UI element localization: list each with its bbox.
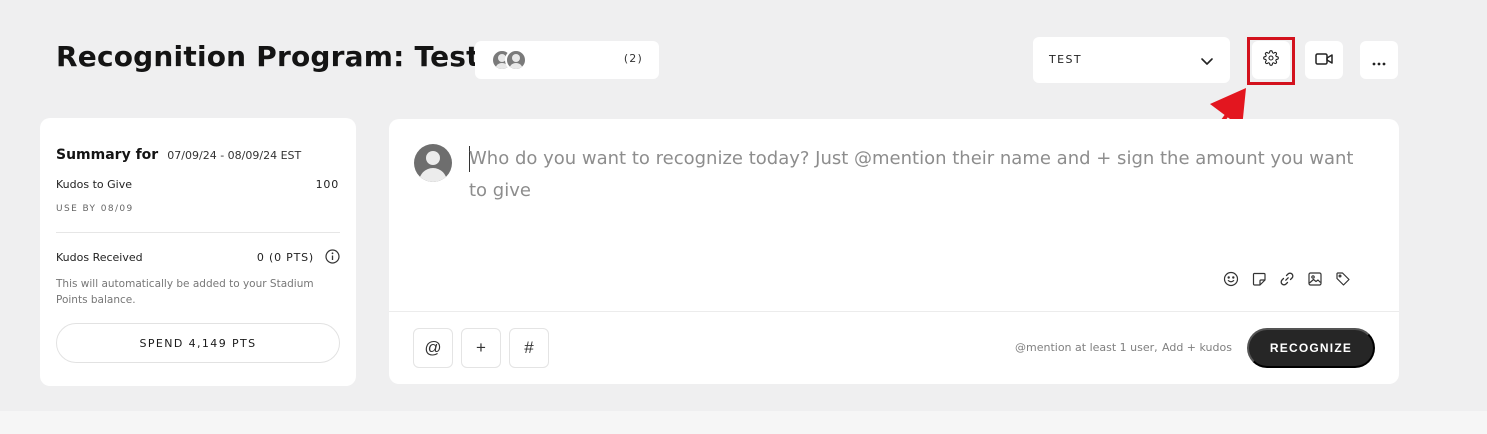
summary-card: Summary for 07/09/24 - 08/09/24 EST Kudo… [40, 118, 356, 386]
video-button[interactable] [1305, 41, 1343, 79]
avatar [414, 144, 452, 182]
more-options-button[interactable] [1360, 41, 1398, 79]
sticker-icon[interactable] [1251, 271, 1267, 291]
program-select[interactable]: TEST [1033, 37, 1230, 83]
mention-hint: @mention at least 1 user, [1015, 341, 1158, 354]
summary-heading: Summary for 07/09/24 - 08/09/24 EST [56, 144, 301, 163]
kudos-received-note: This will automatically be added to your… [56, 278, 314, 306]
info-icon[interactable] [325, 249, 340, 268]
kudos-to-give-value: 100 [315, 178, 339, 191]
summary-date-range: 07/09/24 - 08/09/24 EST [167, 149, 302, 162]
settings-highlight-box [1247, 37, 1295, 85]
composer-divider [389, 311, 1399, 312]
image-icon[interactable] [1307, 271, 1323, 291]
video-camera-icon [1315, 51, 1333, 70]
recognize-button[interactable]: RECOGNIZE [1247, 328, 1375, 368]
page-title: Recognition Program: Test [56, 40, 480, 73]
program-select-value: TEST [1049, 53, 1082, 66]
members-pill[interactable]: (2) [475, 41, 659, 79]
summary-title: Summary for [56, 147, 159, 163]
member-avatar [505, 49, 527, 71]
emoji-icon[interactable] [1223, 271, 1239, 291]
kudos-hint: Add + kudos [1162, 341, 1232, 354]
more-horizontal-icon [1372, 51, 1386, 70]
use-by-date: USE BY 08/09 [56, 204, 134, 214]
members-count: (2) [623, 52, 643, 65]
kudos-to-give-label: Kudos to Give [56, 178, 132, 191]
hashtag-button[interactable]: # [509, 328, 549, 368]
spend-points-button[interactable]: SPEND 4,149 PTS [56, 323, 340, 363]
recognition-composer: Who do you want to recognize today? Just… [389, 119, 1399, 384]
summary-divider [56, 232, 340, 233]
mention-button[interactable]: @ [413, 328, 453, 368]
recognition-text-input[interactable]: Who do you want to recognize today? Just… [469, 143, 1359, 207]
kudos-received-label: Kudos Received [56, 251, 143, 264]
chevron-down-icon [1200, 53, 1214, 72]
member-avatars [491, 49, 531, 71]
page-footer-strip [0, 411, 1487, 434]
link-icon[interactable] [1279, 271, 1295, 291]
composer-toolbar [1223, 271, 1351, 291]
add-kudos-button[interactable]: + [461, 328, 501, 368]
kudos-received-value: 0 (0 PTS) [256, 251, 314, 264]
tag-icon[interactable] [1335, 271, 1351, 291]
